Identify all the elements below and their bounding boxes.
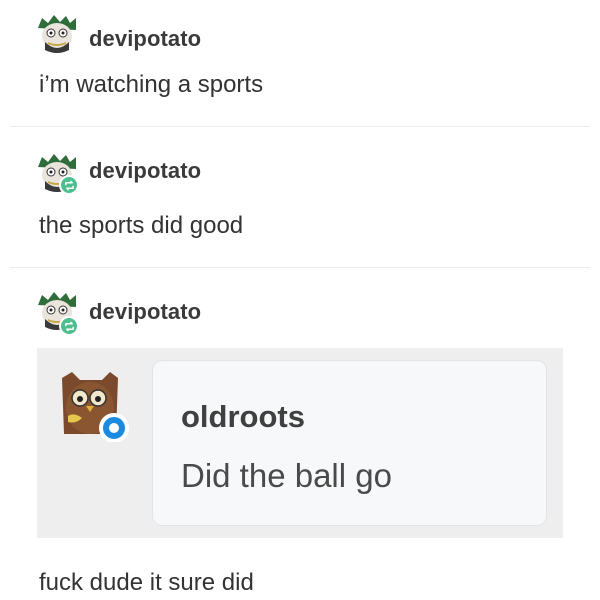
post-1: devipotato i’m watching a sports xyxy=(0,0,600,125)
avatar[interactable] xyxy=(36,14,78,56)
post-username[interactable]: devipotato xyxy=(89,299,201,325)
post-text: i’m watching a sports xyxy=(39,71,264,98)
quote-text: Did the ball go xyxy=(181,457,392,494)
reblog-icon xyxy=(59,316,79,336)
post-text: fuck dude it sure did xyxy=(39,569,254,596)
quoted-post-image: oldroots Did the ball go xyxy=(37,348,563,538)
reblog-icon xyxy=(59,175,79,195)
post-text: the sports did good xyxy=(39,212,244,239)
quote-username[interactable]: oldroots xyxy=(181,399,305,435)
post-username[interactable]: devipotato xyxy=(89,26,201,52)
post-username[interactable]: devipotato xyxy=(89,158,201,184)
post-2: devipotato the sports did good xyxy=(0,127,600,267)
quote-card: oldroots Did the ball go xyxy=(152,360,547,526)
owl-avatar-icon[interactable] xyxy=(52,364,130,442)
avatar-icon xyxy=(36,14,78,54)
